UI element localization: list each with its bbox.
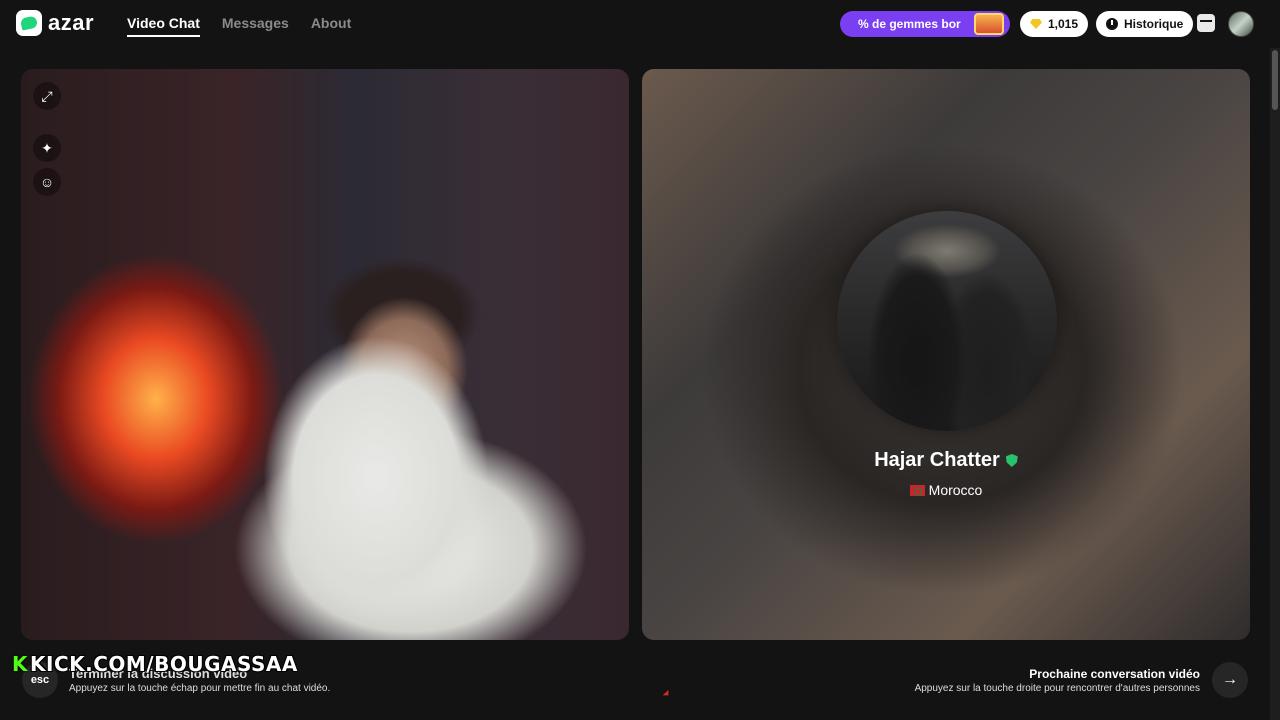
history-button[interactable]: Historique	[1096, 11, 1194, 37]
mouse-cursor-icon	[662, 689, 672, 699]
partner-profile-photo	[837, 211, 1057, 431]
gems-count: 1,015	[1048, 17, 1079, 31]
verified-shield-icon	[1005, 454, 1018, 467]
gem-icon	[1030, 19, 1042, 29]
profile-avatar[interactable]	[1228, 11, 1254, 37]
partner-video-panel: Hajar Chatter Morocco	[642, 69, 1250, 640]
logo-text: azar	[48, 10, 95, 35]
expand-icon[interactable]: ⤢	[33, 82, 61, 110]
end-chat-hint: Appuyez sur la touche échap pour mettre …	[69, 683, 331, 694]
magic-wand-effects-icon[interactable]: ✦	[33, 134, 61, 162]
page-scrollbar[interactable]	[1270, 48, 1280, 720]
nav-messages[interactable]: Messages	[222, 15, 289, 37]
nav-video-chat[interactable]: Video Chat	[127, 15, 200, 37]
gem-promo-button[interactable]: % de gemmes bor	[840, 11, 1010, 37]
morocco-flag-icon	[909, 484, 925, 496]
nav-about[interactable]: About	[311, 15, 351, 37]
face-filter-icon[interactable]: ☺	[33, 168, 61, 196]
clock-icon	[1106, 18, 1118, 30]
inbox-archive-icon[interactable]	[1197, 14, 1215, 32]
azar-logo-icon	[16, 10, 42, 36]
next-chat-title: Prochaine conversation vidéo	[1029, 667, 1200, 681]
promo-label: % de gemmes bor	[858, 17, 961, 31]
gems-balance-button[interactable]: 1,015	[1020, 11, 1089, 37]
kick-channel-text: KICK.COM/BOUGASSAA	[30, 652, 298, 676]
history-label: Historique	[1124, 17, 1184, 31]
top-bar: azar Video Chat Messages About % de gemm…	[0, 0, 1280, 48]
partner-country: Morocco	[928, 482, 983, 498]
treasure-chest-icon	[974, 13, 1004, 35]
azar-logo[interactable]: azar	[16, 10, 94, 36]
kick-watermark: K KICK.COM/BOUGASSAA	[12, 652, 298, 676]
my-camera-feed: ⤢ ✦ ☺	[21, 69, 629, 640]
partner-name: Hajar Chatter	[874, 449, 1000, 471]
kick-logo-icon: K	[12, 652, 28, 676]
partner-name-row: Hajar Chatter	[642, 449, 1250, 472]
main-nav: Video Chat Messages About	[127, 15, 351, 37]
next-chat-arrow-button[interactable]: →	[1212, 662, 1248, 698]
partner-country-row: Morocco	[642, 482, 1250, 498]
next-chat-hint: Appuyez sur la touche droite pour rencon…	[914, 683, 1200, 694]
